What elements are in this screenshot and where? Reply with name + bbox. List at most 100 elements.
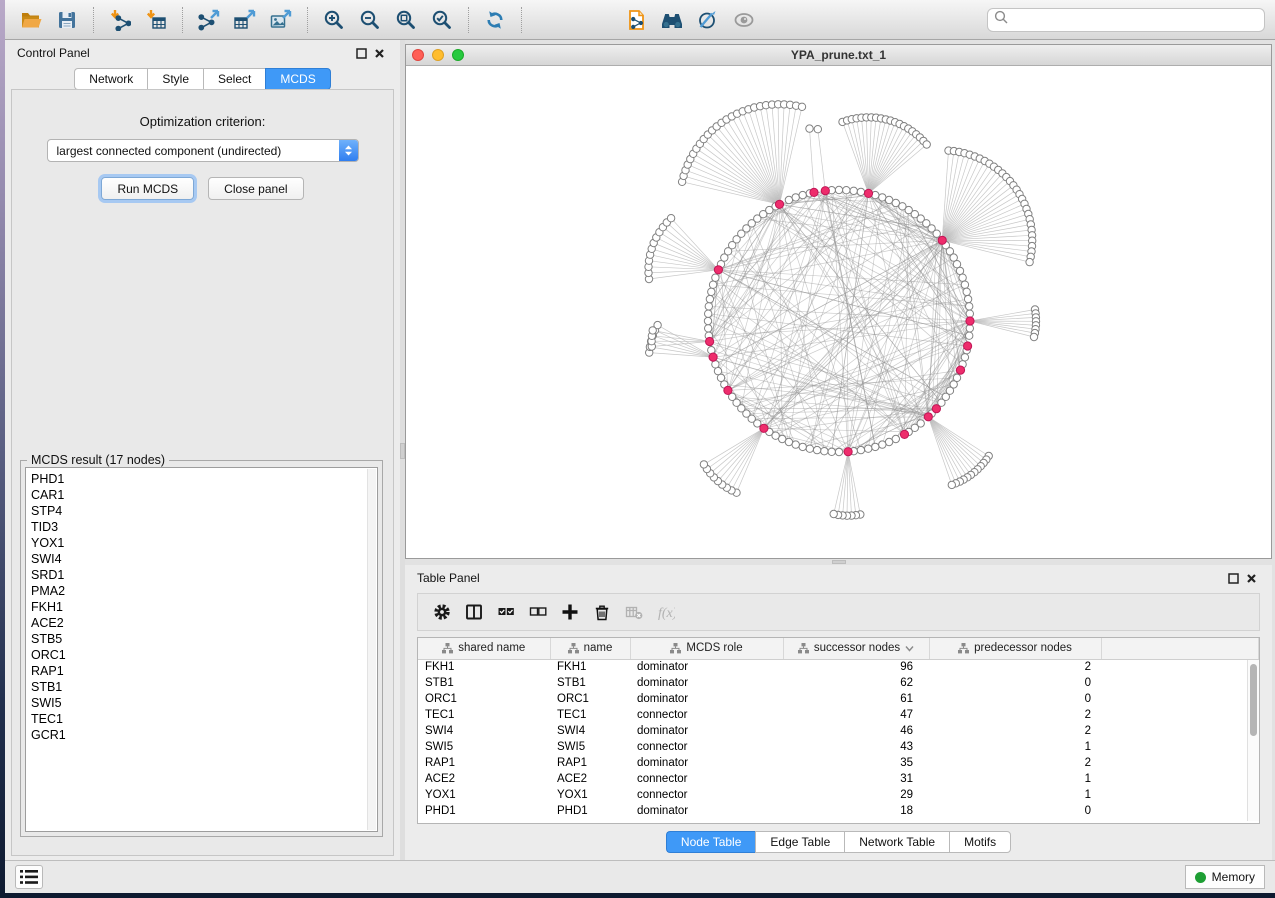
table-row[interactable]: YOX1YOX1connector291 (418, 787, 1259, 803)
mcds-result-item[interactable]: STP4 (31, 503, 377, 519)
tab-motifs[interactable]: Motifs (949, 831, 1011, 853)
cell-shared_name[interactable]: PHD1 (418, 803, 550, 819)
cell-predecessor[interactable]: 2 (929, 659, 1101, 675)
cell-successor[interactable]: 61 (783, 691, 929, 707)
table-row[interactable]: SWI5SWI5connector431 (418, 739, 1259, 755)
delete-row-button[interactable] (588, 598, 616, 626)
cell-name[interactable]: SWI4 (550, 723, 630, 739)
cell-successor[interactable]: 31 (783, 771, 929, 787)
cell-shared_name[interactable]: TEC1 (418, 707, 550, 723)
mcds-result-item[interactable]: TID3 (31, 519, 377, 535)
control-panel-float-button[interactable] (352, 45, 370, 61)
mcds-result-item[interactable]: CAR1 (31, 487, 377, 503)
mcds-result-item[interactable]: SWI4 (31, 551, 377, 567)
tab-network[interactable]: Network (74, 68, 147, 90)
tab-node-table[interactable]: Node Table (666, 831, 756, 853)
cell-predecessor[interactable]: 1 (929, 739, 1101, 755)
settings-button[interactable] (428, 598, 456, 626)
tab-edge-table[interactable]: Edge Table (755, 831, 844, 853)
splitter-grip[interactable] (832, 560, 846, 564)
column-header-successor-nodes[interactable]: successor nodes (783, 638, 929, 659)
add-row-button[interactable] (556, 598, 584, 626)
cell-shared_name[interactable]: SWI5 (418, 739, 550, 755)
horizontal-splitter[interactable] (405, 559, 1272, 565)
mcds-result-item[interactable]: SWI5 (31, 695, 377, 711)
cell-name[interactable]: STB1 (550, 675, 630, 691)
table-panel-close-button[interactable] (1242, 570, 1260, 586)
cell-predecessor[interactable]: 1 (929, 787, 1101, 803)
cell-successor[interactable]: 47 (783, 707, 929, 723)
cell-shared_name[interactable]: ORC1 (418, 691, 550, 707)
import-table-button[interactable] (141, 5, 171, 35)
mcds-result-item[interactable]: ORC1 (31, 647, 377, 663)
cell-predecessor[interactable]: 2 (929, 755, 1101, 771)
table-scrollbar-thumb[interactable] (1250, 664, 1257, 736)
close-window-traffic-light[interactable] (412, 49, 424, 61)
cell-successor[interactable]: 18 (783, 803, 929, 819)
export-table-button[interactable] (230, 5, 260, 35)
cell-mcds_role[interactable]: connector (630, 707, 783, 723)
cell-mcds_role[interactable]: connector (630, 771, 783, 787)
zoom-window-traffic-light[interactable] (452, 49, 464, 61)
column-header-MCDS-role[interactable]: MCDS role (630, 638, 783, 659)
tab-network-table[interactable]: Network Table (844, 831, 949, 853)
table-panel-float-button[interactable] (1224, 570, 1242, 586)
splitter-grip[interactable] (400, 443, 405, 459)
cell-name[interactable]: TEC1 (550, 707, 630, 723)
zoom-out-button[interactable] (355, 5, 385, 35)
deselect-all-button[interactable] (524, 598, 552, 626)
cell-successor[interactable]: 62 (783, 675, 929, 691)
cell-shared_name[interactable]: RAP1 (418, 755, 550, 771)
column-header-predecessor-nodes[interactable]: predecessor nodes (929, 638, 1101, 659)
table-row[interactable]: SWI4SWI4dominator462 (418, 723, 1259, 739)
column-header-shared-name[interactable]: shared name (418, 638, 550, 659)
tab-select[interactable]: Select (203, 68, 265, 90)
network-canvas[interactable] (406, 66, 1271, 558)
cell-name[interactable]: ACE2 (550, 771, 630, 787)
search-field[interactable] (987, 8, 1265, 32)
cell-successor[interactable]: 35 (783, 755, 929, 771)
mcds-result-item[interactable]: STB1 (31, 679, 377, 695)
cell-mcds_role[interactable]: dominator (630, 659, 783, 675)
hide-details-button[interactable] (693, 5, 723, 35)
minimize-window-traffic-light[interactable] (432, 49, 444, 61)
mcds-result-item[interactable]: PMA2 (31, 583, 377, 599)
mcds-result-item[interactable]: RAP1 (31, 663, 377, 679)
cell-mcds_role[interactable]: connector (630, 739, 783, 755)
share-document-button[interactable] (621, 5, 651, 35)
criterion-dropdown[interactable]: largest connected component (undirected) (47, 139, 359, 162)
cell-predecessor[interactable]: 0 (929, 803, 1101, 819)
close-panel-button[interactable]: Close panel (208, 177, 303, 200)
mcds-result-item[interactable]: GCR1 (31, 727, 377, 743)
cell-predecessor[interactable]: 0 (929, 675, 1101, 691)
cell-name[interactable]: SWI5 (550, 739, 630, 755)
zoom-fit-button[interactable] (391, 5, 421, 35)
task-history-button[interactable] (15, 865, 43, 889)
table-row[interactable]: RAP1RAP1dominator352 (418, 755, 1259, 771)
export-image-button[interactable] (266, 5, 296, 35)
run-mcds-button[interactable]: Run MCDS (101, 177, 194, 200)
cell-mcds_role[interactable]: dominator (630, 723, 783, 739)
cell-shared_name[interactable]: YOX1 (418, 787, 550, 803)
table-row[interactable]: ACE2ACE2connector311 (418, 771, 1259, 787)
network-fan-nodes[interactable] (645, 101, 1040, 520)
save-button[interactable] (52, 5, 82, 35)
mcds-result-item[interactable]: STB5 (31, 631, 377, 647)
mcds-result-item[interactable]: YOX1 (31, 535, 377, 551)
cell-name[interactable]: RAP1 (550, 755, 630, 771)
cell-name[interactable]: YOX1 (550, 787, 630, 803)
control-panel-close-button[interactable] (370, 45, 388, 61)
cell-mcds_role[interactable]: dominator (630, 675, 783, 691)
cell-predecessor[interactable]: 1 (929, 771, 1101, 787)
columns-button[interactable] (460, 598, 488, 626)
mcds-result-item[interactable]: FKH1 (31, 599, 377, 615)
mcds-result-item[interactable]: SRD1 (31, 567, 377, 583)
table-row[interactable]: TEC1TEC1connector472 (418, 707, 1259, 723)
show-details-button[interactable] (729, 5, 759, 35)
search-input[interactable] (1012, 13, 1258, 27)
table-row[interactable]: FKH1FKH1dominator962 (418, 659, 1259, 675)
cell-name[interactable]: FKH1 (550, 659, 630, 675)
tab-style[interactable]: Style (147, 68, 203, 90)
cell-predecessor[interactable]: 2 (929, 707, 1101, 723)
cell-mcds_role[interactable]: dominator (630, 803, 783, 819)
